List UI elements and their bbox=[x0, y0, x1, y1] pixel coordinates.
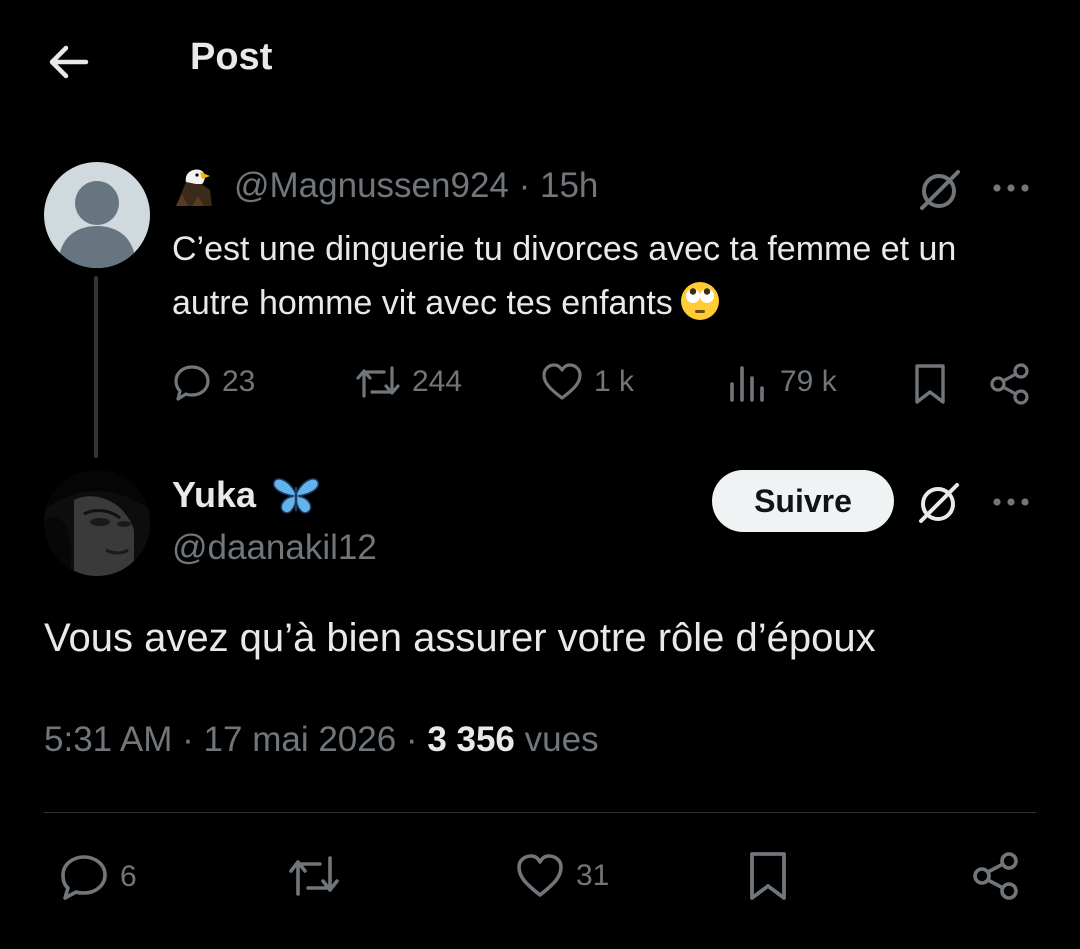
meta-separator: · bbox=[182, 720, 204, 759]
meta-separator: · bbox=[518, 166, 540, 205]
reply-icon bbox=[61, 855, 107, 900]
repost-icon bbox=[356, 366, 400, 398]
butterfly-emoji-icon bbox=[270, 474, 322, 518]
default-avatar-icon bbox=[58, 181, 136, 268]
repost-icon bbox=[289, 856, 339, 896]
repost-button[interactable] bbox=[286, 852, 342, 900]
post-text: Vous avez qu’à bien assurer votre rôle d… bbox=[44, 616, 876, 660]
reply-count: 6 bbox=[120, 860, 137, 893]
views-count: 3 356 bbox=[427, 720, 515, 759]
like-button[interactable]: 31 bbox=[514, 852, 609, 900]
heart-icon bbox=[542, 363, 582, 400]
share-button[interactable] bbox=[970, 850, 1022, 902]
divider bbox=[44, 812, 1036, 813]
grok-icon bbox=[919, 483, 959, 523]
arrow-left-icon bbox=[49, 45, 89, 79]
like-button[interactable]: 1 k bbox=[540, 362, 634, 402]
back-button[interactable] bbox=[44, 38, 92, 86]
meta-separator: · bbox=[405, 720, 428, 759]
more-horizontal-icon bbox=[993, 184, 1029, 192]
heart-icon bbox=[517, 854, 563, 897]
post-time[interactable]: 5:31 AM bbox=[44, 720, 172, 759]
more-horizontal-icon bbox=[993, 498, 1029, 506]
reply-button[interactable]: 6 bbox=[58, 852, 137, 902]
share-button[interactable] bbox=[988, 362, 1032, 406]
avatar[interactable] bbox=[44, 470, 150, 576]
avatar[interactable] bbox=[44, 162, 150, 268]
analytics-icon bbox=[730, 366, 764, 402]
reply-button[interactable]: 23 bbox=[172, 362, 255, 402]
profile-photo bbox=[44, 470, 150, 576]
author-handle[interactable]: @Magnussen924 bbox=[234, 166, 509, 205]
post-timestamp: 5:31 AM · 17 mai 2026 · 3 356 vues bbox=[44, 720, 599, 760]
more-options-button[interactable] bbox=[988, 168, 1034, 208]
share-icon bbox=[990, 363, 1029, 405]
repost-count: 244 bbox=[412, 365, 463, 398]
page-title: Post bbox=[190, 36, 273, 78]
share-icon bbox=[973, 852, 1018, 900]
repost-button[interactable]: 244 bbox=[354, 362, 462, 402]
bookmark-button[interactable] bbox=[744, 850, 792, 902]
grok-button[interactable] bbox=[914, 164, 964, 214]
bookmark-icon bbox=[915, 364, 945, 404]
grok-icon bbox=[920, 170, 960, 210]
reply-icon bbox=[174, 365, 210, 401]
views-count: 79 k bbox=[780, 365, 837, 398]
author-handle[interactable]: @daanakil12 bbox=[172, 528, 377, 568]
author-name[interactable]: Yuka bbox=[172, 474, 256, 516]
post-date[interactable]: 17 mai 2026 bbox=[204, 720, 397, 759]
post-meta: @Magnussen924 · 15h bbox=[234, 166, 598, 206]
like-count: 31 bbox=[576, 859, 610, 892]
bookmark-icon bbox=[750, 852, 786, 900]
thread-line bbox=[94, 276, 98, 458]
eagle-emoji-icon bbox=[172, 166, 218, 208]
reply-count: 23 bbox=[222, 365, 256, 398]
bookmark-button[interactable] bbox=[910, 362, 950, 406]
post-text-content: C’est une dinguerie tu divorces avec ta … bbox=[172, 230, 957, 322]
views-label: vues bbox=[524, 720, 599, 759]
views-button[interactable]: 79 k bbox=[726, 362, 837, 402]
post-text: C’est une dinguerie tu divorces avec ta … bbox=[172, 222, 1022, 330]
more-options-button[interactable] bbox=[988, 482, 1034, 522]
grok-button[interactable] bbox=[912, 476, 964, 528]
like-count: 1 k bbox=[594, 365, 635, 398]
follow-button[interactable]: Suivre bbox=[712, 470, 894, 532]
rolling-eyes-emoji-icon bbox=[679, 280, 721, 322]
post-time[interactable]: 15h bbox=[540, 166, 598, 205]
